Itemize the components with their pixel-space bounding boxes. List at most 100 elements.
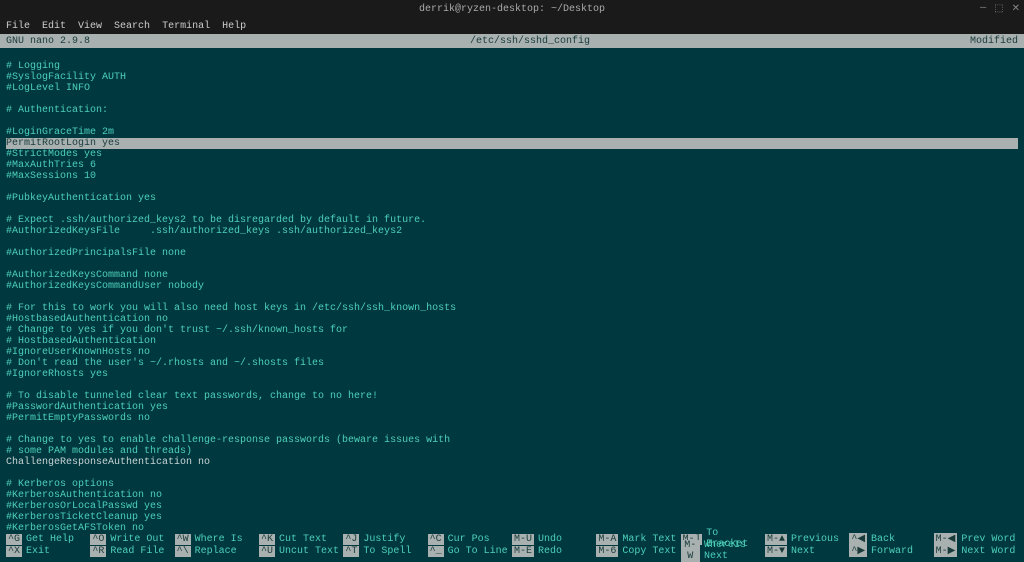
editor-line: #LogLevel INFO bbox=[6, 83, 1018, 94]
minimize-button[interactable]: — bbox=[980, 3, 986, 15]
nano-modified-status: Modified bbox=[970, 36, 1018, 47]
editor-line bbox=[6, 204, 1018, 215]
nano-shortcut: ^▶Forward bbox=[849, 545, 933, 557]
shortcut-key: ^C bbox=[428, 534, 444, 545]
editor-line: #MaxAuthTries 6 bbox=[6, 160, 1018, 171]
editor-line: #PermitEmptyPasswords no bbox=[6, 413, 1018, 424]
editor-line bbox=[6, 182, 1018, 193]
shortcut-key: M-E bbox=[512, 546, 534, 557]
shortcut-key: M-6 bbox=[596, 546, 618, 557]
shortcut-key: ^J bbox=[343, 534, 359, 545]
window-controls: — ⬚ ✕ bbox=[980, 3, 1020, 15]
close-button[interactable]: ✕ bbox=[1012, 3, 1020, 15]
shortcut-key: M-▲ bbox=[765, 534, 787, 545]
shortcut-key: ^O bbox=[90, 534, 106, 545]
editor-line: # To disable tunneled clear text passwor… bbox=[6, 391, 1018, 402]
shortcut-key: ^_ bbox=[428, 546, 444, 557]
shortcut-key: M-▼ bbox=[765, 546, 787, 557]
shortcut-label: Prev Word bbox=[961, 534, 1015, 545]
nano-shortcut: M-E Redo bbox=[512, 545, 596, 557]
menubar: File Edit View Search Terminal Help bbox=[0, 18, 1024, 34]
editor-line: # Authentication: bbox=[6, 105, 1018, 116]
nano-shortcut: ^K Cut Text bbox=[259, 533, 343, 545]
shortcut-label: Get Help bbox=[26, 534, 74, 545]
editor-line: ChallengeResponseAuthentication no bbox=[6, 457, 1018, 468]
editor-line: # Don't read the user's ~/.rhosts and ~/… bbox=[6, 358, 1018, 369]
maximize-button[interactable]: ⬚ bbox=[994, 3, 1003, 15]
nano-shortcut: ^CCur Pos bbox=[428, 533, 512, 545]
editor-line: #MaxSessions 10 bbox=[6, 171, 1018, 182]
editor-line bbox=[6, 50, 1018, 61]
shortcut-label: WhereIs Next bbox=[704, 540, 765, 562]
editor-area[interactable]: # Logging#SyslogFacility AUTH#LogLevel I… bbox=[0, 48, 1024, 533]
editor-line bbox=[6, 292, 1018, 303]
shortcut-key: ^◀ bbox=[849, 533, 867, 545]
nano-shortcut: M-▲ Previous bbox=[765, 533, 849, 545]
editor-line bbox=[6, 116, 1018, 127]
nano-shortcut: ^_ Go To Line bbox=[428, 545, 512, 557]
shortcut-label: Replace bbox=[195, 546, 237, 557]
editor-line bbox=[6, 468, 1018, 479]
menu-help[interactable]: Help bbox=[222, 21, 246, 32]
window-title: derrik@ryzen-desktop: ~/Desktop bbox=[419, 4, 605, 15]
editor-line: # Change to yes if you don't trust ~/.ss… bbox=[6, 325, 1018, 336]
shortcut-key: M-◀ bbox=[934, 533, 958, 545]
shortcut-label: Previous bbox=[791, 534, 839, 545]
shortcut-label: Forward bbox=[871, 546, 913, 557]
menu-edit[interactable]: Edit bbox=[42, 21, 66, 32]
shortcut-label: Write Out bbox=[110, 534, 164, 545]
nano-shortcut: ^JJustify bbox=[343, 533, 427, 545]
shortcut-key: ^X bbox=[6, 546, 22, 557]
shortcut-label: Undo bbox=[538, 534, 562, 545]
editor-line: #AuthorizedKeysCommandUser nobody bbox=[6, 281, 1018, 292]
nano-shortcut: M-◀Prev Word bbox=[934, 533, 1018, 545]
shortcut-key: ^G bbox=[6, 534, 22, 545]
shortcut-label: Redo bbox=[538, 546, 562, 557]
shortcut-label: Uncut Text bbox=[279, 546, 339, 557]
editor-line: # Change to yes to enable challenge-resp… bbox=[6, 435, 1018, 446]
nano-shortcut: ^G Get Help bbox=[6, 533, 90, 545]
shortcut-label: Back bbox=[871, 534, 895, 545]
nano-shortcut: M-WWhereIs Next bbox=[681, 545, 765, 557]
editor-line: # Kerberos options bbox=[6, 479, 1018, 490]
shortcut-label: Copy Text bbox=[622, 546, 676, 557]
editor-line: # HostbasedAuthentication bbox=[6, 336, 1018, 347]
shortcut-label: Exit bbox=[26, 546, 50, 557]
editor-line: PermitRootLogin yes bbox=[6, 138, 1018, 149]
editor-line: #KerberosAuthentication no bbox=[6, 490, 1018, 501]
menu-view[interactable]: View bbox=[78, 21, 102, 32]
shortcut-key: M-W bbox=[681, 540, 700, 562]
nano-shortcut: ^RRead File bbox=[90, 545, 174, 557]
nano-shortcut: M-6 Copy Text bbox=[596, 545, 680, 557]
editor-line: #PasswordAuthentication yes bbox=[6, 402, 1018, 413]
shortcut-key: ^\ bbox=[175, 546, 191, 557]
editor-line: #KerberosTicketCleanup yes bbox=[6, 512, 1018, 523]
nano-version: GNU nano 2.9.8 bbox=[6, 36, 90, 47]
menu-search[interactable]: Search bbox=[114, 21, 150, 32]
editor-line: #KerberosGetAFSToken no bbox=[6, 523, 1018, 533]
nano-shortcut: ^\ Replace bbox=[175, 545, 259, 557]
window-titlebar: derrik@ryzen-desktop: ~/Desktop — ⬚ ✕ bbox=[0, 0, 1024, 18]
shortcut-key: ^K bbox=[259, 534, 275, 545]
shortcut-label: Mark Text bbox=[622, 534, 676, 545]
editor-line: #AuthorizedKeysCommand none bbox=[6, 270, 1018, 281]
editor-line bbox=[6, 237, 1018, 248]
editor-line bbox=[6, 94, 1018, 105]
shortcut-key: ^T bbox=[343, 546, 359, 557]
editor-line: # Logging bbox=[6, 61, 1018, 72]
shortcut-label: Cut Text bbox=[279, 534, 327, 545]
shortcut-label: Go To Line bbox=[448, 546, 508, 557]
nano-header-bar: GNU nano 2.9.8 /etc/ssh/sshd_config Modi… bbox=[0, 34, 1024, 48]
shortcut-key: M-▶ bbox=[934, 545, 958, 557]
shortcut-label: Next Word bbox=[961, 546, 1015, 557]
shortcut-key: M-A bbox=[596, 534, 618, 545]
nano-shortcut: M-A Mark Text bbox=[596, 533, 680, 545]
editor-line: #HostbasedAuthentication no bbox=[6, 314, 1018, 325]
shortcut-key: ^U bbox=[259, 546, 275, 557]
editor-line: #AuthorizedKeysFile .ssh/authorized_keys… bbox=[6, 226, 1018, 237]
menu-file[interactable]: File bbox=[6, 21, 30, 32]
shortcut-label: Next bbox=[791, 546, 815, 557]
editor-line: #SyslogFacility AUTH bbox=[6, 72, 1018, 83]
menu-terminal[interactable]: Terminal bbox=[162, 21, 210, 32]
editor-line bbox=[6, 424, 1018, 435]
